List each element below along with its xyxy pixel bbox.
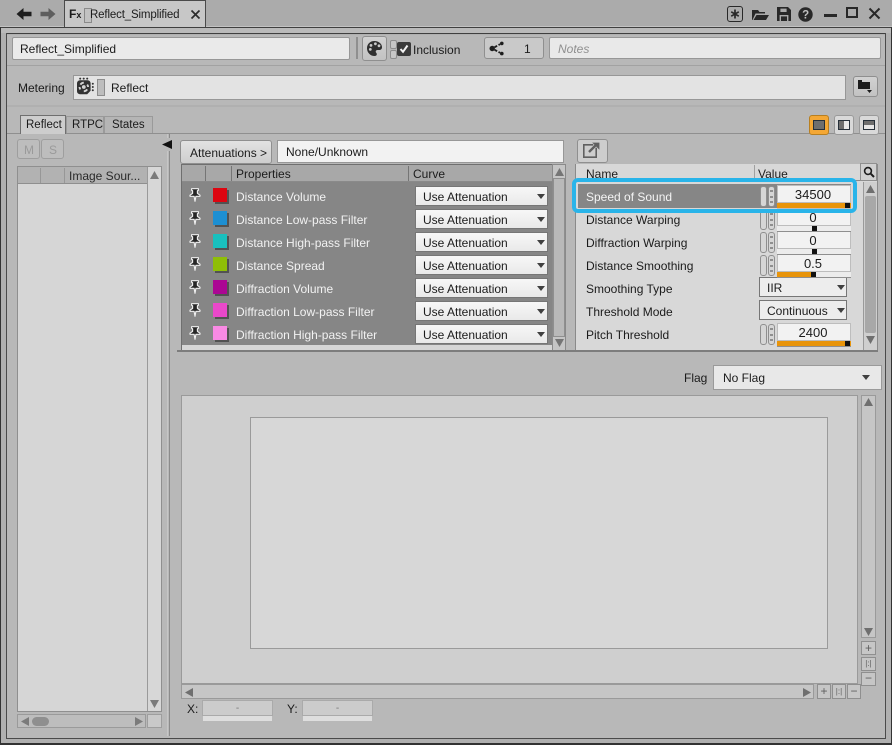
svg-text:?: ?	[802, 10, 809, 22]
